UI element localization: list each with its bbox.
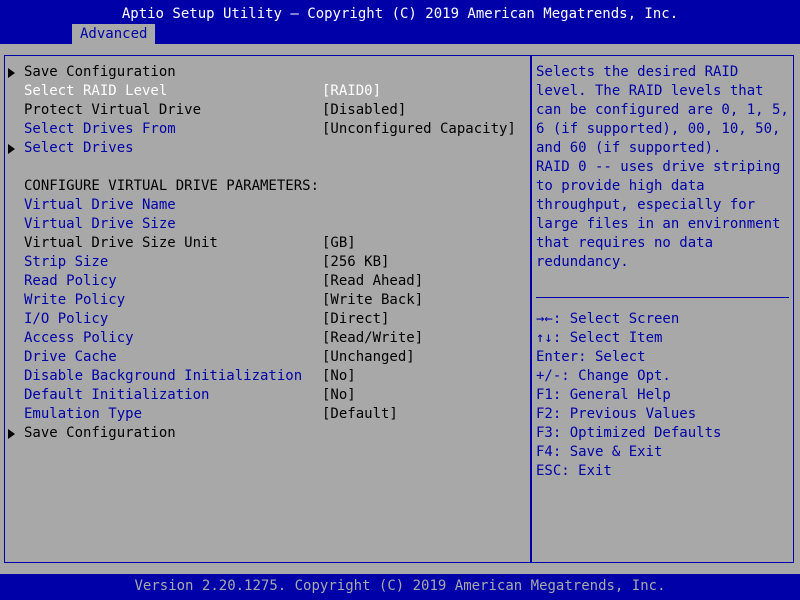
vertical-divider xyxy=(530,55,532,563)
menu-item-label: Select Drives xyxy=(24,140,134,156)
version-text: Version 2.20.1275. Copyright (C) 2019 Am… xyxy=(134,578,666,594)
menu-item-label: Virtual Drive Name xyxy=(24,197,176,213)
key-hint: F3: Optimized Defaults xyxy=(536,425,722,441)
key-legend: →←: Select Screen ↑↓: Select Item Enter: S… xyxy=(536,310,788,481)
menu-item-label: Read Policy xyxy=(24,273,117,289)
menu-item-label: Virtual Drive Size Unit xyxy=(24,235,218,251)
menu-item-value[interactable]: [No] xyxy=(322,367,356,386)
key-hint: Enter: Select xyxy=(536,349,646,365)
menu-item-select-drives[interactable]: Select Drives xyxy=(8,139,526,158)
menu-item-value[interactable]: [No] xyxy=(322,386,356,405)
menu-item-write-policy[interactable]: Write Policy [Write Back] xyxy=(8,291,526,310)
menu-item-label: Emulation Type xyxy=(24,406,143,422)
menu-item-protect-virtual-drive[interactable]: Protect Virtual Drive [Disabled] xyxy=(8,101,526,120)
help-line: level. The RAID levels that xyxy=(536,83,764,99)
menu-item-label: Default Initialization xyxy=(24,387,210,403)
menu-item-configure-virtual-drive-parameters: CONFIGURE VIRTUAL DRIVE PARAMETERS: xyxy=(8,177,526,196)
tab-advanced[interactable]: Advanced xyxy=(72,24,156,44)
help-line: redundancy. xyxy=(536,254,629,270)
menu-item-value[interactable]: [256 KB] xyxy=(322,253,389,272)
menu-item-label: Save Configuration xyxy=(24,64,176,80)
menu-item-value[interactable]: [Direct] xyxy=(322,310,389,329)
key-hint: →←: Select Screen xyxy=(536,311,680,327)
menu-item-label: I/O Policy xyxy=(24,311,109,327)
menu-item-value[interactable]: [RAID0] xyxy=(322,82,381,101)
menu-item-virtual-drive-size-unit[interactable]: Virtual Drive Size Unit [GB] xyxy=(8,234,526,253)
help-text: Selects the desired RAID level. The RAID … xyxy=(536,63,789,272)
utility-title: Aptio Setup Utility – Copyright (C) 2019… xyxy=(121,6,679,22)
menu-item-strip-size[interactable]: Strip Size [256 KB] xyxy=(8,253,526,272)
menu-item-value[interactable]: [Default] xyxy=(322,405,398,424)
help-line: can be configured are 0, 1, 5, xyxy=(536,102,789,118)
key-hint: F1: General Help xyxy=(536,387,671,403)
key-hint: ESC: Exit xyxy=(536,463,612,479)
menu-item-value[interactable]: [Read/Write] xyxy=(322,329,423,348)
menu-item-label: Write Policy xyxy=(24,292,126,308)
menu-item-emulation-type[interactable]: Emulation Type [Default] xyxy=(8,405,526,424)
menu-item-disable-background-initialization[interactable]: Disable Background Initialization [No] xyxy=(8,367,526,386)
menu-item-value[interactable]: [Disabled] xyxy=(322,101,406,120)
submenu-arrow-icon xyxy=(8,429,15,439)
help-divider xyxy=(536,297,789,298)
menu-item-save-configuration[interactable]: Save Configuration xyxy=(8,63,526,82)
menu-item-label: Virtual Drive Size xyxy=(24,216,176,232)
menu-item-i-o-policy[interactable]: I/O Policy [Direct] xyxy=(8,310,526,329)
menu-item-label: Access Policy xyxy=(24,330,134,346)
menu-item-access-policy[interactable]: Access Policy [Read/Write] xyxy=(8,329,526,348)
menu-item-label: Drive Cache xyxy=(24,349,117,365)
help-line: and 60 (if supported). xyxy=(536,140,722,156)
menu-item-label: Select RAID Level xyxy=(24,83,168,99)
menu-item-value[interactable]: [Read Ahead] xyxy=(322,272,423,291)
footer-bar: Version 2.20.1275. Copyright (C) 2019 Am… xyxy=(0,574,800,600)
help-line: throughput, especially for xyxy=(536,197,756,213)
help-line: large files in an environment xyxy=(536,216,781,232)
menu-item-value[interactable]: [Write Back] xyxy=(322,291,423,310)
key-hint: F2: Previous Values xyxy=(536,406,697,422)
menu-item-virtual-drive-size[interactable]: Virtual Drive Size xyxy=(8,215,526,234)
help-line: that requires no data xyxy=(536,235,714,251)
menu-item-save-configuration[interactable]: Save Configuration xyxy=(8,424,526,443)
help-line: 6 (if supported), 00, 10, 50, xyxy=(536,121,781,137)
submenu-arrow-icon xyxy=(8,68,15,78)
main-panel: Save Configuration Select RAID Level [RAID… xyxy=(0,44,800,574)
title-bar: Aptio Setup Utility – Copyright (C) 2019… xyxy=(0,0,800,44)
menu-item-virtual-drive-name[interactable]: Virtual Drive Name xyxy=(8,196,526,215)
menu-item-default-initialization[interactable]: Default Initialization [No] xyxy=(8,386,526,405)
menu-item-select-raid-level[interactable]: Select RAID Level [RAID0] xyxy=(8,82,526,101)
settings-menu: Save Configuration Select RAID Level [RAID… xyxy=(8,63,526,443)
submenu-arrow-icon xyxy=(8,144,15,154)
menu-item-label: Save Configuration xyxy=(24,425,176,441)
help-line: Selects the desired RAID xyxy=(536,64,739,80)
menu-item-select-drives-from[interactable]: Select Drives From [Unconfigured Capacity… xyxy=(8,120,526,139)
menu-item-read-policy[interactable]: Read Policy [Read Ahead] xyxy=(8,272,526,291)
key-hint: F4: Save & Exit xyxy=(536,444,663,460)
menu-item-blank xyxy=(8,158,526,177)
key-hint: ↑↓: Select Item xyxy=(536,330,663,346)
key-hint: +/-: Change Opt. xyxy=(536,368,671,384)
menu-item-label: Select Drives From xyxy=(24,121,176,137)
menu-item-value[interactable]: [GB] xyxy=(322,234,356,253)
menu-item-label: Protect Virtual Drive xyxy=(24,102,202,118)
menu-item-label: CONFIGURE VIRTUAL DRIVE PARAMETERS: xyxy=(24,178,320,194)
help-line: RAID 0 -- uses drive striping xyxy=(536,159,781,175)
menu-item-drive-cache[interactable]: Drive Cache [Unchanged] xyxy=(8,348,526,367)
menu-item-label: Strip Size xyxy=(24,254,109,270)
menu-item-value[interactable]: [Unconfigured Capacity] xyxy=(322,120,516,139)
menu-item-label: Disable Background Initialization xyxy=(24,368,303,384)
tab-advanced-label: Advanced xyxy=(80,26,148,42)
help-line: to provide high data xyxy=(536,178,705,194)
menu-item-value[interactable]: [Unchanged] xyxy=(322,348,415,367)
